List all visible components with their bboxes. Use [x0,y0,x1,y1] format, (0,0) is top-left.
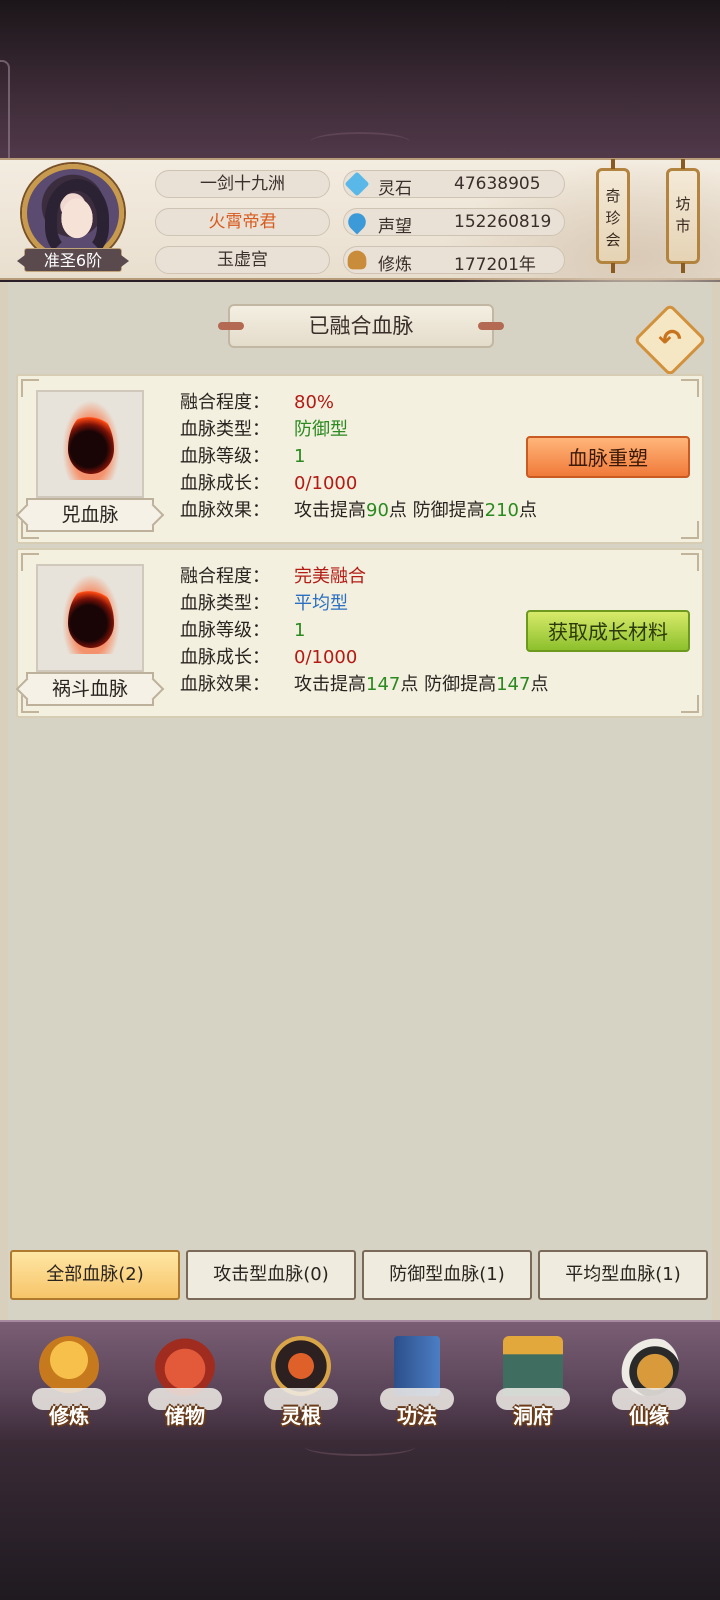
growth-row: 血脉成长： 0/1000 [180,471,357,497]
bloodline-reshape-button[interactable]: 血脉重塑 [526,436,690,478]
type-label: 血脉类型： [180,593,270,614]
growth-row: 血脉成长： 0/1000 [180,645,357,671]
bloodline-card: 兕血脉 融合程度： 80% 血脉类型： 防御型 血脉等级： 1 血脉成长： 0/1000… [16,374,704,544]
stat-value: 47638905 [454,174,541,194]
tab-all-bloodlines[interactable]: 全部血脉(2) [10,1250,180,1300]
fusion-row: 融合程度： 80% [180,390,334,416]
card-corner [681,379,699,397]
effect-text: 点 [519,500,537,521]
nav-immortal-fate[interactable]: 仙缘 [604,1330,694,1430]
effect-text: 点 [530,674,549,695]
level-label: 血脉等级： [180,446,270,467]
back-arrow-icon[interactable]: ↶ [648,318,692,362]
stat-value: 177201年 [454,255,536,275]
bloodline-icon-box[interactable] [36,564,144,672]
stat-label: 修炼 [378,255,412,275]
fusion-label: 融合程度： [180,566,270,587]
player-name: 一剑十九洲 [155,170,330,198]
player-avatar[interactable]: 准圣6阶 [17,162,129,272]
nav-label: 仙缘 [629,1404,669,1428]
immortal-fate-icon [619,1336,679,1396]
level-label: 血脉等级： [180,620,270,641]
fusion-value: 80% [294,392,335,413]
nav-label: 修炼 [49,1404,89,1428]
bottom-background [0,1440,720,1600]
effect-row: 血脉效果： 攻击提高90点 防御提高210点 [180,498,537,524]
nav-label: 灵根 [281,1404,321,1428]
spirit-root-icon [271,1336,331,1396]
nav-spirit-root[interactable]: 灵根 [256,1330,346,1430]
bloodline-card: 祸斗血脉 融合程度： 完美融合 血脉类型： 平均型 血脉等级： 1 血脉成长： 0/10… [16,548,704,718]
growth-label: 血脉成长： [180,473,270,494]
effect-text: 点 防御提高 [400,674,497,695]
growth-value: 0/1000 [294,647,358,668]
effect-number: 210 [484,500,519,521]
card-corner [681,553,699,571]
effect-label: 血脉效果： [180,674,270,695]
stat-label: 灵石 [378,179,412,199]
type-row: 血脉类型： 防御型 [180,417,348,443]
growth-value: 0/1000 [294,473,358,494]
player-sect: 玉虚宫 [155,246,330,274]
effect-text: 点 防御提高 [388,500,485,521]
effect-number: 90 [366,500,389,521]
type-row: 血脉类型： 平均型 [180,591,348,617]
fusion-value: 完美融合 [294,566,366,587]
nav-techniques[interactable]: 功法 [372,1330,462,1430]
card-corner [681,521,699,539]
nav-label: 洞府 [513,1404,553,1428]
get-growth-material-button[interactable]: 获取成长材料 [526,610,690,652]
card-corner [681,695,699,713]
stat-reputation: 声望 152260819 [343,208,565,237]
storage-bag-icon [155,1336,215,1396]
nav-storage[interactable]: 储物 [140,1330,230,1430]
level-row: 血脉等级： 1 [180,444,305,470]
reputation-icon [344,209,370,235]
treasure-auction-button[interactable]: 奇珍会 [596,159,630,273]
tab-balanced-bloodlines[interactable]: 平均型血脉(1) [538,1250,708,1300]
effect-row: 血脉效果： 攻击提高147点 防御提高147点 [180,672,548,698]
spirit-stone-icon [344,171,370,197]
rank-badge: 准圣6阶 [17,248,129,272]
type-value: 防御型 [294,419,348,440]
cultivate-icon [39,1336,99,1396]
fusion-label: 融合程度： [180,392,270,413]
panel-title: 已融合血脉 [218,304,504,348]
stat-cultivation: 修炼 177201年 [343,246,565,275]
effect-number: 147 [496,674,531,695]
nav-cultivate[interactable]: 修炼 [24,1330,114,1430]
nav-label: 功法 [397,1404,437,1428]
tab-attack-bloodlines[interactable]: 攻击型血脉(0) [186,1250,356,1300]
effect-number: 147 [366,674,401,695]
stat-label: 声望 [378,217,412,237]
level-value: 1 [294,620,306,641]
fusion-row: 融合程度： 完美融合 [180,564,366,590]
effect-label: 血脉效果： [180,500,270,521]
effect-text: 攻击提高 [294,674,366,695]
player-title: 火霄帝君 [155,208,330,236]
bloodline-icon-box[interactable] [36,390,144,498]
effect-text: 攻击提高 [294,500,366,521]
cultivation-icon [347,250,367,270]
tab-defense-bloodlines[interactable]: 防御型血脉(1) [362,1250,532,1300]
nav-label: 储物 [165,1404,205,1428]
stat-spirit-stone: 灵石 47638905 [343,170,565,199]
bloodline-name: 兕血脉 [26,498,154,532]
type-value: 平均型 [294,593,348,614]
level-value: 1 [294,446,306,467]
side-pull-tab[interactable] [0,60,10,170]
bottom-ornament [305,1438,415,1456]
technique-book-icon [394,1336,440,1396]
nav-cave-dwelling[interactable]: 洞府 [488,1330,578,1430]
level-row: 血脉等级： 1 [180,618,305,644]
type-label: 血脉类型： [180,419,270,440]
bloodline-name: 祸斗血脉 [26,672,154,706]
cave-dwelling-icon [503,1336,563,1396]
stat-value: 152260819 [454,212,552,232]
avatar-face [57,193,97,239]
market-button[interactable]: 坊市 [666,159,700,273]
top-ornament [310,132,410,152]
growth-label: 血脉成长： [180,647,270,668]
